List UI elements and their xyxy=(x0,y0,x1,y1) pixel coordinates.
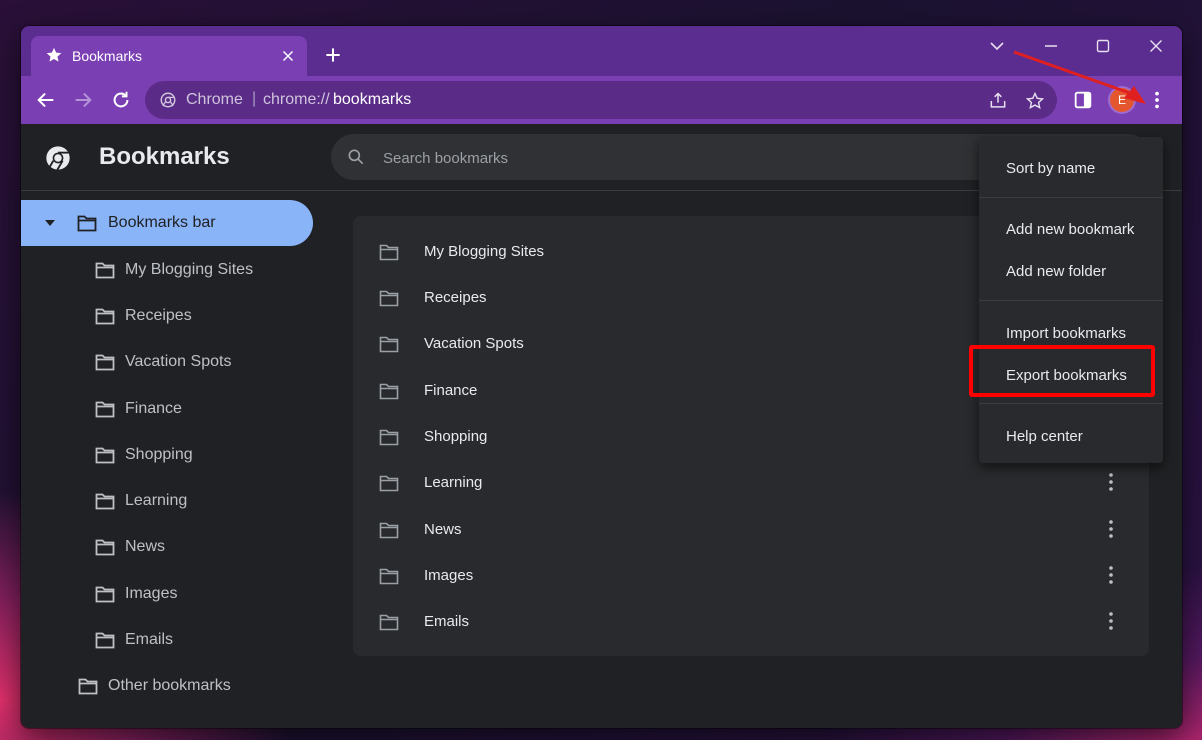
address-bar[interactable]: Chrome | chrome:// bookmarks xyxy=(145,81,1057,119)
chrome-icon xyxy=(46,146,70,171)
sidebar-item-other-bookmarks[interactable]: Other bookmarks xyxy=(21,666,313,706)
sidebar-item-learning[interactable]: Learning xyxy=(21,481,313,521)
star-icon xyxy=(46,47,62,62)
url-host: bookmarks xyxy=(333,91,412,108)
sidebar-item-my-blogging-sites[interactable]: My Blogging Sites xyxy=(21,250,313,290)
reload-icon[interactable] xyxy=(110,89,132,111)
folder-icon xyxy=(95,401,115,418)
folder-icon xyxy=(379,475,399,492)
chrome-icon xyxy=(160,92,176,108)
sidebar-item-finance[interactable]: Finance xyxy=(21,389,313,429)
folder-icon xyxy=(95,632,115,649)
sidebar-item-label: Emails xyxy=(125,631,174,648)
folder-icon xyxy=(379,290,399,307)
sidebar-item-label: Shopping xyxy=(125,446,193,463)
list-item-label: Emails xyxy=(424,613,470,630)
folder-icon xyxy=(95,586,115,603)
sidebar-item-label: News xyxy=(125,538,166,555)
caret-down-icon[interactable] xyxy=(45,220,55,226)
menu-item-help-center[interactable]: Help center xyxy=(979,417,1163,455)
url-scheme: chrome:// xyxy=(263,91,330,108)
close-icon[interactable] xyxy=(279,47,297,65)
list-item-label: Receipes xyxy=(424,289,487,306)
list-item-label: My Blogging Sites xyxy=(424,243,545,260)
list-item[interactable]: Learning xyxy=(353,459,1149,505)
folder-icon xyxy=(379,383,399,400)
highlight-annotation xyxy=(969,345,1155,397)
sidebar-item-label: Receipes xyxy=(125,307,192,324)
folder-icon xyxy=(379,244,399,261)
folder-icon xyxy=(379,522,399,539)
kebab-menu-icon[interactable] xyxy=(1101,564,1121,586)
sidebar-item-label: My Blogging Sites xyxy=(125,261,254,278)
sidebar-item-receipes[interactable]: Receipes xyxy=(21,296,313,336)
sidebar-item-label: Bookmarks bar xyxy=(108,214,216,231)
site-label: Chrome xyxy=(186,91,243,108)
plus-icon[interactable] xyxy=(323,45,343,65)
menu-divider xyxy=(979,197,1163,198)
menu-divider xyxy=(979,403,1163,404)
sidebar-item-label: Other bookmarks xyxy=(108,677,231,694)
sidebar-item-vacation-spots[interactable]: Vacation Spots xyxy=(21,342,313,382)
forward-icon[interactable] xyxy=(72,89,94,111)
folder-icon xyxy=(379,614,399,631)
folder-icon xyxy=(379,429,399,446)
kebab-menu-icon[interactable] xyxy=(1101,610,1121,632)
sidebar-item-emails[interactable]: Emails xyxy=(21,620,313,660)
folder-icon xyxy=(95,493,115,510)
browser-window: Bookmarks Chrome | chrome:// bookmarks E… xyxy=(21,26,1182,728)
list-item-label: Images xyxy=(424,567,474,584)
kebab-menu-icon[interactable] xyxy=(1101,471,1121,493)
menu-item-sort-by-name[interactable]: Sort by name xyxy=(979,149,1163,187)
folder-icon xyxy=(95,539,115,556)
sidebar-item-bookmarks-bar[interactable]: Bookmarks bar xyxy=(21,200,313,246)
sidebar-item-label: Images xyxy=(125,585,178,602)
list-item-label: Shopping xyxy=(424,428,488,445)
folder-icon xyxy=(379,568,399,585)
folder-icon xyxy=(95,308,115,325)
folder-icon xyxy=(78,678,98,695)
share-icon[interactable] xyxy=(988,91,1008,111)
list-item-label: Finance xyxy=(424,382,478,399)
menu-item-add-new-folder[interactable]: Add new folder xyxy=(979,252,1163,290)
list-item-label: Vacation Spots xyxy=(424,335,524,352)
list-item[interactable]: News xyxy=(353,506,1149,552)
sidebar-item-shopping[interactable]: Shopping xyxy=(21,435,313,475)
search-icon xyxy=(348,149,364,165)
sidebar: Bookmarks bar My Blogging Sites Receipes… xyxy=(21,191,321,728)
back-icon[interactable] xyxy=(35,89,57,111)
search-input[interactable] xyxy=(381,134,985,182)
folder-icon xyxy=(95,354,115,371)
sidebar-item-news[interactable]: News xyxy=(21,527,313,567)
sidebar-item-label: Finance xyxy=(125,400,182,417)
list-item-label: News xyxy=(424,521,462,538)
tab-title: Bookmarks xyxy=(72,48,143,64)
list-item[interactable]: Emails xyxy=(353,598,1149,644)
list-item[interactable]: Images xyxy=(353,552,1149,598)
arrow-annotation-icon xyxy=(1013,50,1146,104)
page-title: Bookmarks xyxy=(99,143,230,170)
sidebar-item-images[interactable]: Images xyxy=(21,574,313,614)
sidebar-item-label: Learning xyxy=(125,492,188,509)
organize-menu: Sort by name Add new bookmark Add new fo… xyxy=(979,137,1163,463)
kebab-menu-icon[interactable] xyxy=(1101,518,1121,540)
list-item-label: Learning xyxy=(424,474,483,491)
folder-icon xyxy=(77,215,97,232)
menu-item-add-new-bookmark[interactable]: Add new bookmark xyxy=(979,210,1163,248)
sidebar-item-label: Vacation Spots xyxy=(125,353,232,370)
folder-icon xyxy=(95,447,115,464)
folder-icon xyxy=(95,262,115,279)
url-separator: | xyxy=(252,90,257,107)
folder-icon xyxy=(379,336,399,353)
tab-bookmarks[interactable]: Bookmarks xyxy=(31,36,307,76)
menu-divider xyxy=(979,300,1163,301)
